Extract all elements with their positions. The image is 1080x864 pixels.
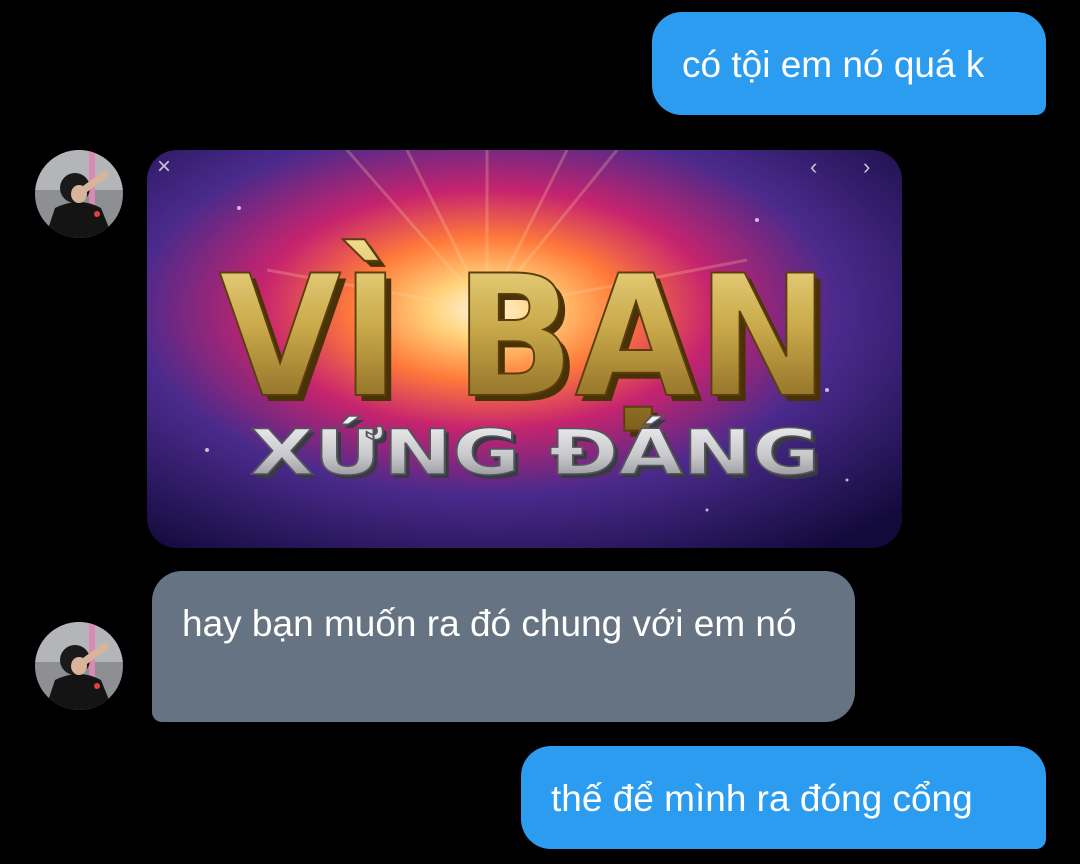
image-message[interactable]: VÌ BẠN VÌ BẠN XỨNG ĐÁNG XỨNG ĐÁNG × ‹ ›: [147, 150, 902, 548]
avatar[interactable]: [35, 622, 123, 710]
outgoing-message-bubble[interactable]: có tội em nó quá k: [652, 12, 1046, 115]
avatar-image: [35, 622, 123, 710]
chevron-right-icon[interactable]: ›: [863, 156, 870, 178]
message-text: thế để mình ra đóng cổng: [551, 778, 973, 819]
avatar[interactable]: [35, 150, 123, 238]
outgoing-message-bubble[interactable]: thế để mình ra đóng cổng: [521, 746, 1046, 849]
message-text: hay bạn muốn ra đó chung với em nó: [182, 603, 797, 644]
image-message-picture: VÌ BẠN VÌ BẠN XỨNG ĐÁNG XỨNG ĐÁNG: [147, 150, 902, 548]
avatar-image: [35, 150, 123, 238]
chevron-left-icon[interactable]: ‹: [810, 156, 817, 178]
image-title-line1-face: VÌ BẠN: [219, 239, 829, 435]
incoming-message-bubble[interactable]: hay bạn muốn ra đó chung với em nó: [152, 571, 855, 722]
message-text: có tội em nó quá k: [682, 44, 985, 85]
image-title-line2-face: XỨNG ĐÁNG: [250, 416, 820, 489]
close-icon[interactable]: ×: [157, 155, 171, 179]
